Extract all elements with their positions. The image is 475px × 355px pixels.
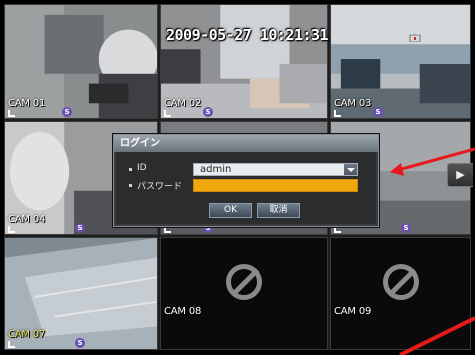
annotation-arrow: [390, 147, 475, 176]
annotation-arrow: [399, 316, 475, 355]
annotation-arrows: [390, 147, 475, 355]
